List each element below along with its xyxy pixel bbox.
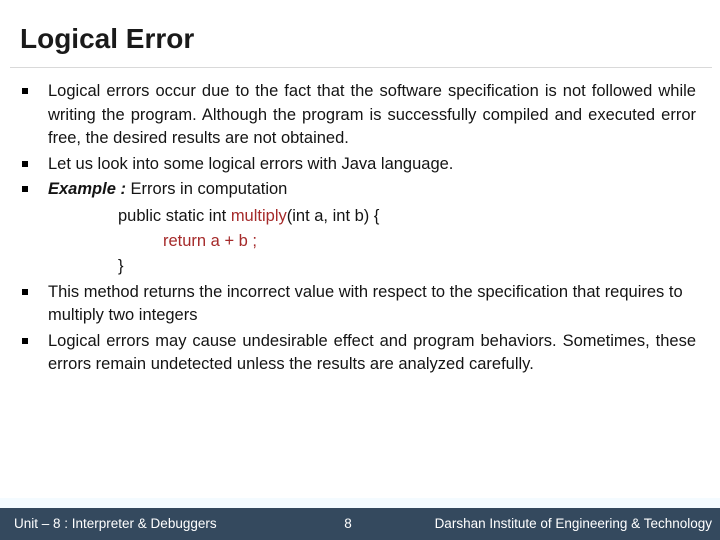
square-bullet-icon: [22, 337, 28, 344]
bullet-item: Logical errors may cause undesirable eff…: [20, 330, 696, 377]
slide-footer: Unit – 8 : Interpreter & Debuggers 8 Dar…: [0, 508, 720, 540]
square-bullet-icon: [22, 288, 28, 295]
bullet-item: Let us look into some logical errors wit…: [20, 153, 696, 177]
footer-tint-band: [0, 498, 720, 508]
code-keywords: public static int: [118, 206, 231, 225]
slide-body: Logical errors occur due to the fact tha…: [20, 80, 696, 379]
code-params: (int a, int b) {: [286, 206, 380, 225]
footer-institute-label: Darshan Institute of Engineering & Techn…: [434, 516, 712, 531]
bullet-text: Example : Errors in computation: [48, 178, 696, 202]
bullet-item: Logical errors occur due to the fact tha…: [20, 80, 696, 151]
slide: Logical Error Logical errors occur due t…: [0, 0, 720, 540]
title-area: Logical Error: [20, 22, 700, 66]
square-bullet-icon: [22, 186, 28, 192]
code-line-return: return a + b ;: [163, 231, 258, 250]
code-method-name: multiply: [230, 206, 287, 225]
page-title: Logical Error: [20, 23, 195, 54]
bullet-text: Logical errors may cause undesirable eff…: [48, 331, 696, 374]
code-line-closebrace: }: [118, 256, 124, 275]
footer-unit-label: Unit – 8 : Interpreter & Debuggers: [14, 516, 217, 531]
square-bullet-icon: [22, 160, 28, 167]
square-bullet-icon: [22, 88, 28, 94]
footer-page-number: 8: [344, 516, 352, 531]
example-label: Example :: [48, 180, 126, 198]
bullet-item: This method returns the incorrect value …: [20, 281, 696, 328]
bullet-text: This method returns the incorrect value …: [48, 282, 683, 325]
example-text: Errors in computation: [125, 180, 288, 198]
bullet-text: Let us look into some logical errors wit…: [48, 154, 454, 173]
bullet-item-example: Example : Errors in computation: [20, 178, 696, 202]
code-line-signature: public static int multiply(int a, int b)…: [20, 204, 696, 229]
bullet-text: Logical errors occur due to the fact tha…: [48, 82, 696, 147]
title-divider: [10, 67, 712, 68]
code-block: public static int multiply(int a, int b)…: [20, 204, 696, 279]
